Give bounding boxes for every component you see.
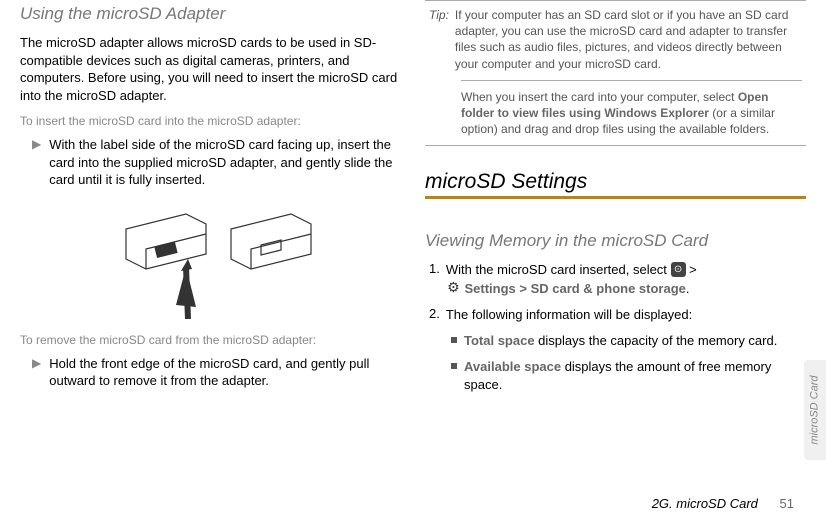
bullet-triangle-icon: ▶ <box>32 137 41 151</box>
accent-bar <box>425 196 806 199</box>
available-space-item: Available space displays the amount of f… <box>425 358 806 394</box>
square-bullet-icon <box>451 363 457 369</box>
insert-label: To insert the microSD card into the micr… <box>20 114 401 128</box>
bullet-triangle-icon: ▶ <box>32 356 41 370</box>
side-tab-label: microSD Card <box>809 375 821 444</box>
remove-bullet-row: ▶ Hold the front edge of the microSD car… <box>20 355 401 390</box>
insert-bullet-text: With the label side of the microSD card … <box>49 136 401 189</box>
heading-using-adapter: Using the microSD Adapter <box>20 4 401 24</box>
gear-icon: ⚙ <box>446 281 461 296</box>
adapter-figure <box>20 209 401 319</box>
footer-page-number: 51 <box>780 496 794 511</box>
footer-section-label: 2G. microSD Card <box>652 496 758 511</box>
tip-text-2: When you insert the card into your compu… <box>429 89 802 138</box>
insert-bullet-row: ▶ With the label side of the microSD car… <box>20 136 401 189</box>
page-footer: 2G. microSD Card 51 <box>652 496 794 511</box>
remove-label: To remove the microSD card from the micr… <box>20 333 401 347</box>
tip-box: Tip: If your computer has an SD card slo… <box>425 0 806 146</box>
tip-text-1: If your computer has an SD card slot or … <box>455 7 802 72</box>
total-space-item: Total space displays the capacity of the… <box>425 332 806 350</box>
heading-microsd-settings: microSD Settings <box>425 170 806 194</box>
intro-paragraph: The microSD adapter allows microSD cards… <box>20 34 401 104</box>
heading-viewing-memory: Viewing Memory in the microSD Card <box>425 231 806 251</box>
step-1: 1. With the microSD card inserted, selec… <box>425 261 806 297</box>
square-bullet-icon <box>451 337 457 343</box>
step-2: 2. The following information will be dis… <box>425 306 806 324</box>
remove-bullet-text: Hold the front edge of the microSD card,… <box>49 355 401 390</box>
side-tab: microSD Card <box>804 360 826 460</box>
apps-grid-icon: ⊙ <box>671 262 686 277</box>
tip-label: Tip: <box>429 7 449 23</box>
